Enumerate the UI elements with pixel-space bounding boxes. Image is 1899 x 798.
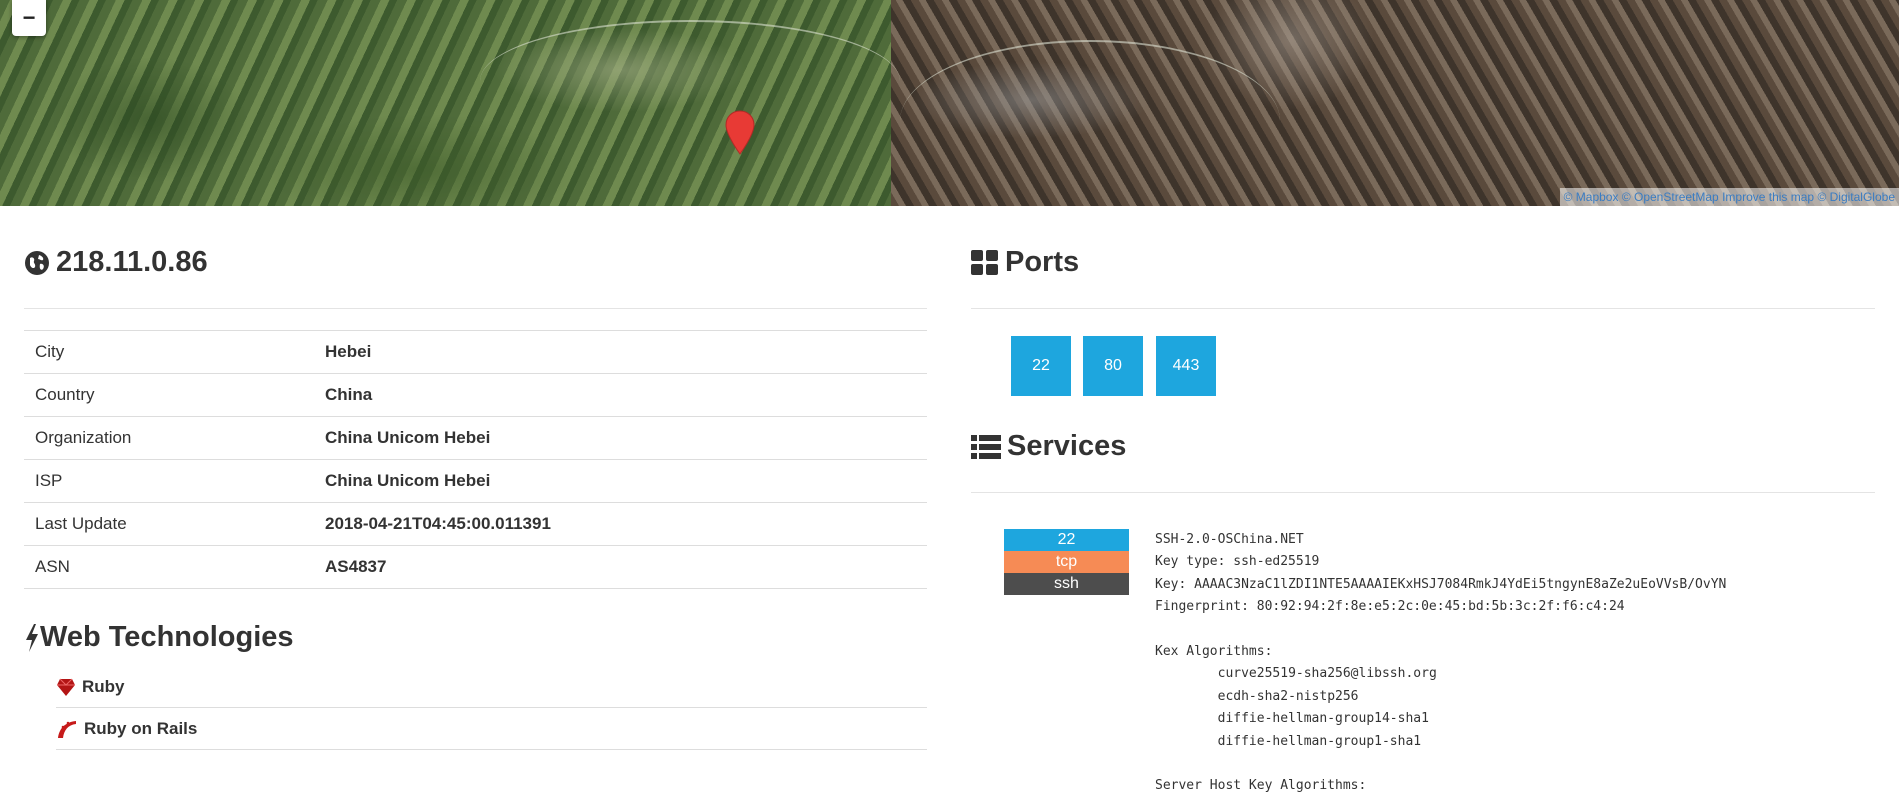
row-value: Hebei bbox=[314, 330, 927, 374]
services-title: Services bbox=[1007, 430, 1127, 462]
divider bbox=[24, 308, 927, 309]
row-key: ISP bbox=[24, 459, 314, 503]
web-technologies-title: Web Technologies bbox=[40, 621, 294, 653]
row-key: Country bbox=[24, 373, 314, 417]
ruby-icon bbox=[57, 678, 75, 696]
list-item-ruby-on-rails[interactable]: Ruby on Rails bbox=[56, 708, 927, 750]
globe-icon bbox=[25, 250, 49, 275]
map-road bbox=[900, 40, 1280, 202]
mapbox-attribution-link[interactable]: © Mapbox bbox=[1564, 190, 1619, 204]
row-key: ASN bbox=[24, 545, 314, 589]
service-name-badge: ssh bbox=[1004, 573, 1129, 595]
osm-attribution-link[interactable]: © OpenStreetMap bbox=[1622, 190, 1719, 204]
host-ip: 218.11.0.86 bbox=[56, 246, 208, 278]
table-row: ASN AS4837 bbox=[24, 545, 927, 589]
tech-name: Ruby on Rails bbox=[84, 718, 198, 738]
port-button-80[interactable]: 80 bbox=[1083, 336, 1143, 396]
improve-map-link[interactable]: Improve this map bbox=[1722, 190, 1814, 204]
host-info-table: City Hebei Country China Organization Ch… bbox=[24, 330, 927, 589]
row-value: China Unicom Hebei bbox=[314, 416, 927, 460]
zoom-out-button[interactable]: − bbox=[12, 0, 46, 36]
map-panel[interactable]: − © Mapbox © OpenStreetMap Improve this … bbox=[0, 0, 1899, 206]
list-icon bbox=[971, 434, 1001, 459]
port-button-22[interactable]: 22 bbox=[1011, 336, 1071, 396]
ports-title: Ports bbox=[1005, 246, 1080, 278]
web-technologies-heading: Web Technologies bbox=[24, 621, 294, 654]
grid-icon bbox=[971, 249, 998, 275]
ports-heading: Ports bbox=[971, 246, 1079, 279]
services-heading: Services bbox=[971, 430, 1126, 463]
row-key: Last Update bbox=[24, 502, 314, 546]
row-value: 2018-04-21T04:45:00.011391 bbox=[314, 502, 927, 546]
map-attribution: © Mapbox © OpenStreetMap Improve this ma… bbox=[1559, 188, 1899, 206]
row-key: City bbox=[24, 330, 314, 374]
map-road bbox=[480, 20, 900, 142]
rails-icon bbox=[58, 720, 76, 738]
row-value: China Unicom Hebei bbox=[314, 459, 927, 503]
bolt-icon bbox=[26, 623, 38, 652]
divider bbox=[971, 308, 1875, 309]
service-transport-badge: tcp bbox=[1004, 551, 1129, 573]
table-row: Last Update 2018-04-21T04:45:00.011391 bbox=[24, 502, 927, 546]
table-row: City Hebei bbox=[24, 330, 927, 374]
digitalglobe-attribution-link[interactable]: © DigitalGlobe bbox=[1817, 190, 1895, 204]
row-key: Organization bbox=[24, 416, 314, 460]
list-item-ruby[interactable]: Ruby bbox=[56, 666, 927, 708]
row-value: AS4837 bbox=[314, 545, 927, 589]
row-value: China bbox=[314, 373, 927, 417]
table-row: Country China bbox=[24, 373, 927, 417]
divider bbox=[971, 492, 1875, 493]
port-button-443[interactable]: 443 bbox=[1156, 336, 1216, 396]
location-marker-icon[interactable] bbox=[725, 110, 755, 155]
tech-name: Ruby bbox=[82, 676, 125, 696]
host-ip-heading: 218.11.0.86 bbox=[24, 246, 208, 279]
service-port-badge[interactable]: 22 bbox=[1004, 529, 1129, 551]
table-row: ISP China Unicom Hebei bbox=[24, 459, 927, 503]
table-row: Organization China Unicom Hebei bbox=[24, 416, 927, 460]
service-banner: SSH-2.0-OSChina.NET Key type: ssh-ed2551… bbox=[1155, 532, 1727, 794]
